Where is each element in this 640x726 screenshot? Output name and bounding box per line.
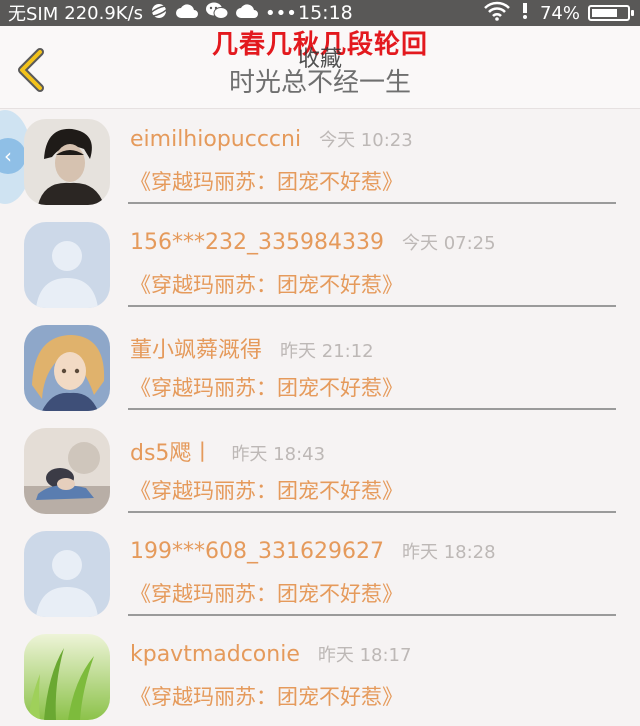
wifi-icon bbox=[484, 1, 510, 26]
divider bbox=[128, 614, 616, 616]
divider bbox=[128, 511, 616, 513]
timestamp: 今天 10:23 bbox=[319, 130, 413, 151]
avatar[interactable] bbox=[24, 325, 110, 411]
battery-percent: 74% bbox=[539, 2, 580, 24]
cloud-icon bbox=[175, 2, 199, 25]
page-title: 收藏 bbox=[297, 47, 342, 72]
timestamp: 今天 07:25 bbox=[401, 233, 496, 254]
user-name[interactable]: eimilhiopucccni bbox=[130, 127, 301, 152]
wechat-icon bbox=[205, 1, 229, 26]
avatar[interactable] bbox=[24, 634, 110, 720]
list-item[interactable]: 199***608_331629627 昨天 18:28 《穿越玛丽苏：团宠不好… bbox=[0, 520, 640, 623]
list-item[interactable]: 董小飒蕣溉得 昨天 21:12 《穿越玛丽苏：团宠不好惹》 bbox=[0, 314, 640, 417]
list-item[interactable]: ds5飔丨 昨天 18:43 《穿越玛丽苏：团宠不好惹》 bbox=[0, 417, 640, 520]
avatar[interactable] bbox=[24, 428, 110, 514]
favorites-list: eimilhiopucccni 今天 10:23 《穿越玛丽苏：团宠不好惹》 1… bbox=[0, 108, 640, 726]
clock: 15:18 bbox=[298, 2, 353, 24]
user-name[interactable]: 156***232_335984339 bbox=[130, 230, 384, 255]
avatar[interactable] bbox=[24, 119, 110, 205]
overlay-subcaption: 时光总不经一生 bbox=[228, 68, 411, 98]
user-name[interactable]: 199***608_331629627 bbox=[130, 539, 384, 564]
battery-icon bbox=[588, 5, 634, 21]
list-item[interactable]: eimilhiopucccni 今天 10:23 《穿越玛丽苏：团宠不好惹》 bbox=[0, 108, 640, 211]
alarm-icon bbox=[518, 1, 532, 26]
timestamp: 昨天 18:17 bbox=[317, 645, 412, 666]
user-name[interactable]: 董小飒蕣溉得 bbox=[130, 332, 262, 364]
chevron-left-icon bbox=[18, 48, 44, 92]
back-button[interactable] bbox=[12, 48, 52, 92]
book-title[interactable]: 《穿越玛丽苏：团宠不好惹》 bbox=[130, 372, 403, 402]
book-title[interactable]: 《穿越玛丽苏：团宠不好惹》 bbox=[130, 269, 403, 299]
divider bbox=[128, 305, 616, 307]
divider bbox=[128, 408, 616, 410]
header: 几春几秋几段轮回 收藏 时光总不经一生 bbox=[0, 26, 640, 109]
cloud-icon bbox=[235, 2, 259, 25]
divider bbox=[128, 202, 616, 204]
book-title[interactable]: 《穿越玛丽苏：团宠不好惹》 bbox=[130, 166, 403, 196]
timestamp: 昨天 18:43 bbox=[231, 444, 326, 465]
timestamp: 昨天 18:28 bbox=[401, 542, 496, 563]
more-dots: ••• bbox=[265, 2, 297, 24]
status-bar: 无SIM 220.9K/s ••• 15:18 74% bbox=[0, 0, 640, 26]
book-title[interactable]: 《穿越玛丽苏：团宠不好惹》 bbox=[130, 578, 403, 608]
user-name[interactable]: ds5飔丨 bbox=[130, 435, 213, 467]
carrier-label: 无SIM bbox=[8, 4, 59, 25]
user-name[interactable]: kpavtmadconie bbox=[130, 642, 300, 667]
network-speed: 220.9K/s bbox=[64, 2, 144, 24]
list-item[interactable]: kpavtmadconie 昨天 18:17 《穿越玛丽苏：团宠不好惹》 bbox=[0, 623, 640, 726]
book-title[interactable]: 《穿越玛丽苏：团宠不好惹》 bbox=[130, 681, 403, 711]
list-item[interactable]: 156***232_335984339 今天 07:25 《穿越玛丽苏：团宠不好… bbox=[0, 211, 640, 314]
timestamp: 昨天 21:12 bbox=[280, 341, 374, 362]
avatar[interactable] bbox=[24, 531, 110, 617]
avatar[interactable] bbox=[24, 222, 110, 308]
book-title[interactable]: 《穿越玛丽苏：团宠不好惹》 bbox=[130, 475, 403, 505]
planet-icon bbox=[149, 1, 169, 26]
